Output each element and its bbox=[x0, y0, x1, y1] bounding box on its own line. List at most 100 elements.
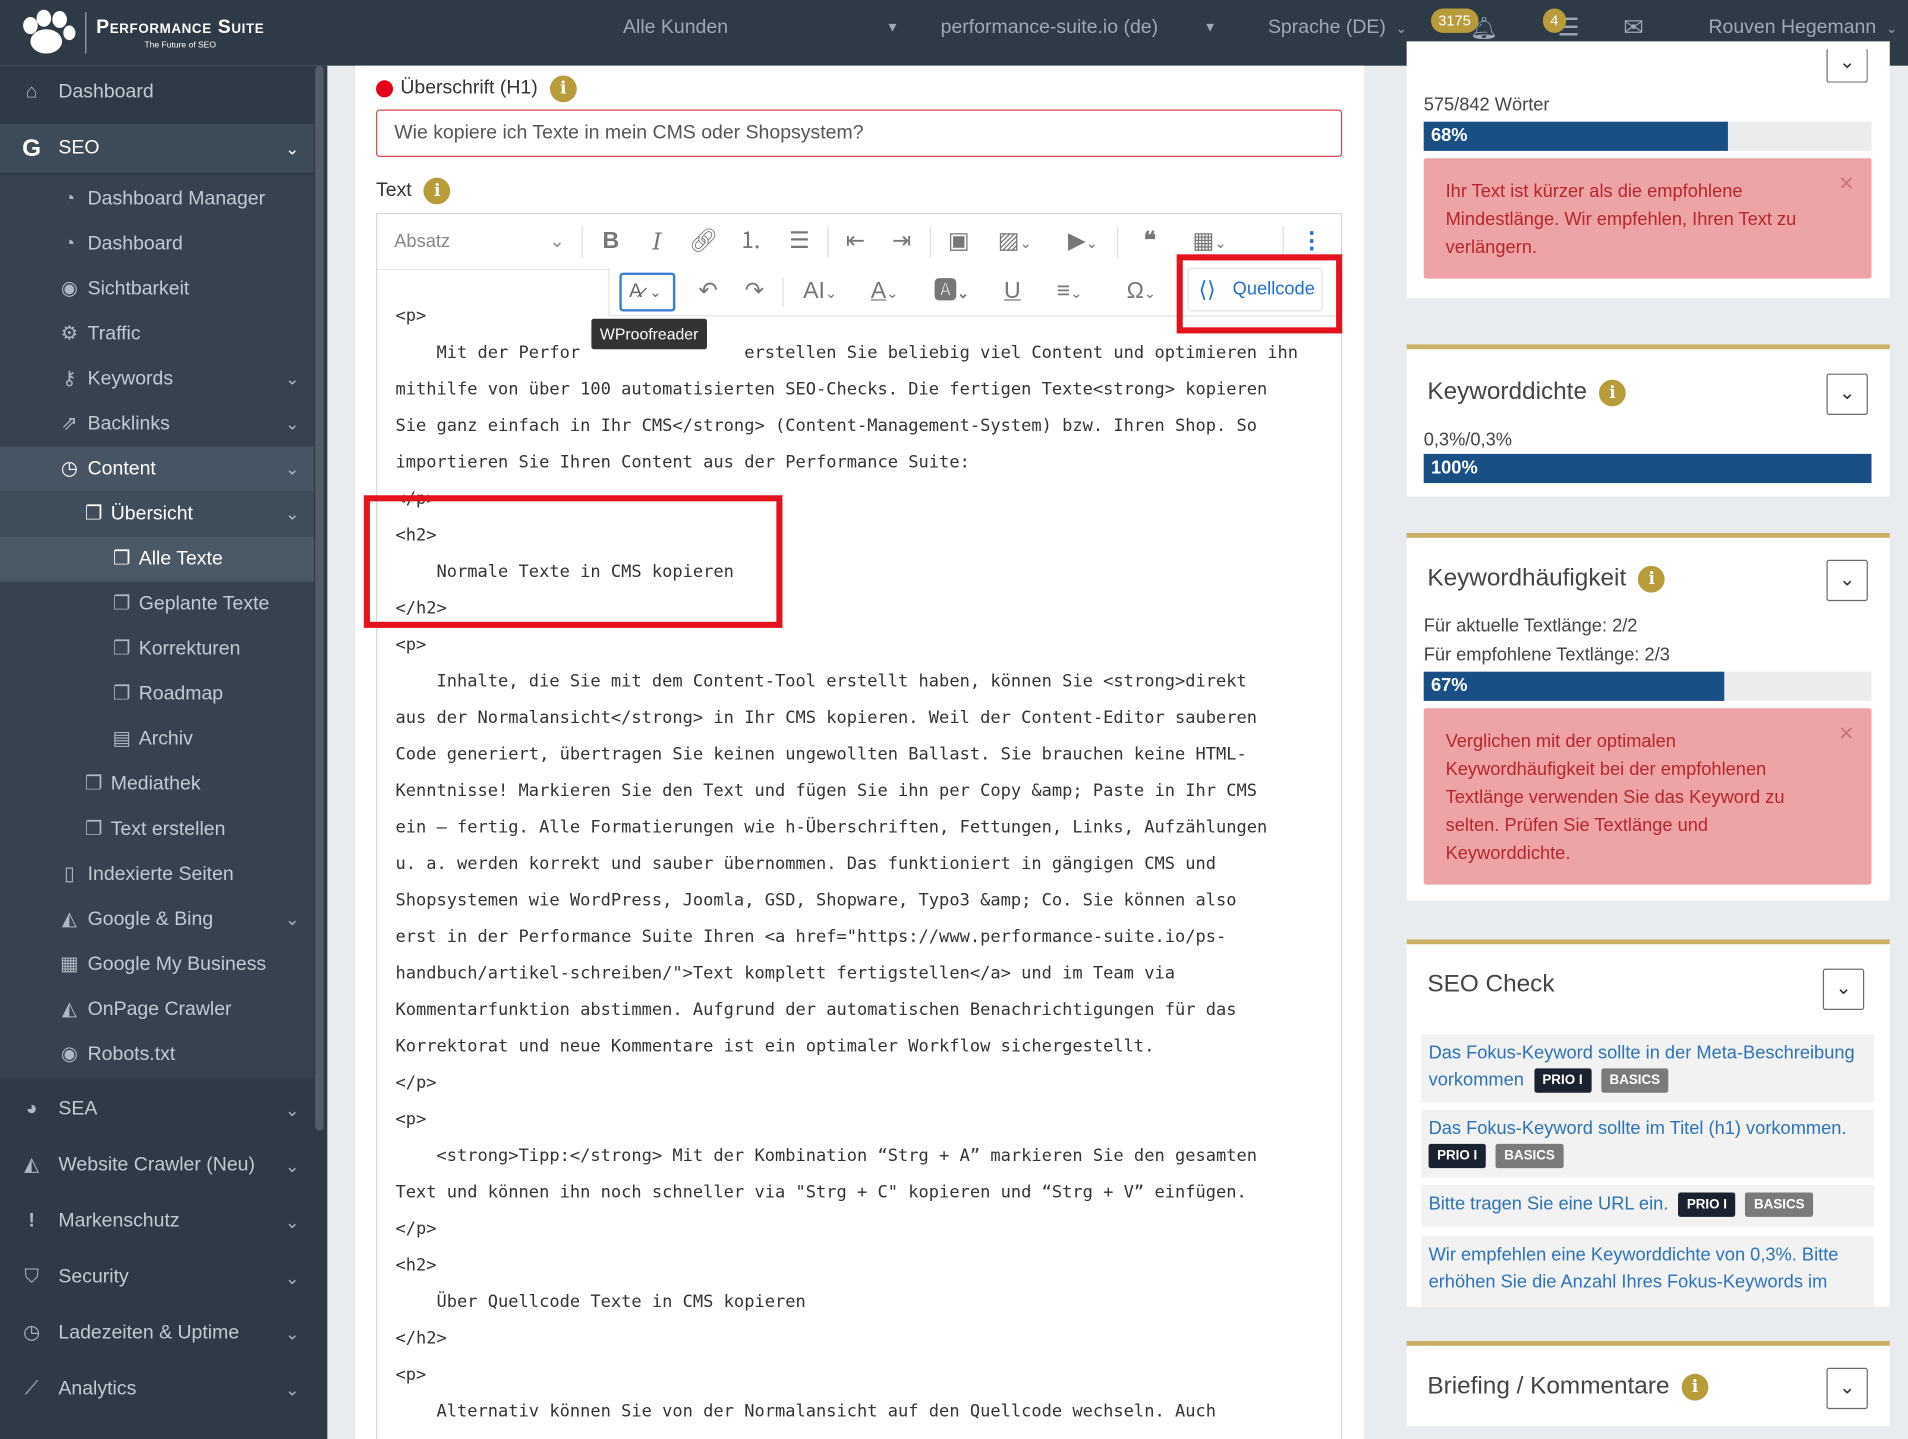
sidebar-item-content[interactable]: ◷ Content ⌄ bbox=[0, 446, 314, 492]
seo-check-item[interactable]: Bitte tragen Sie eine URL ein. PRIO I BA… bbox=[1421, 1185, 1874, 1227]
sidebar-item-google-bing[interactable]: ◭ Google & Bing ⌄ bbox=[0, 897, 314, 942]
ordered-list-icon[interactable]: ⒈ bbox=[735, 214, 767, 270]
sidebar-item-uebersicht[interactable]: ❐ Übersicht ⌄ bbox=[0, 491, 314, 537]
sidebar-item-google-my-business[interactable]: ▦ Google My Business bbox=[0, 942, 314, 987]
copy-icon: ❐ bbox=[84, 503, 103, 525]
sidebar-item-ladezeiten[interactable]: ◷ Ladezeiten & Uptime ⌄ bbox=[0, 1306, 314, 1362]
paw-logo-icon bbox=[19, 9, 77, 58]
toolbar-separator bbox=[827, 226, 829, 258]
sidebar: ⌂ Dashboard G SEO ⌄ ◔ Dashboard Manager … bbox=[0, 65, 328, 1439]
sidebar-item-alle-texte[interactable]: ❐ Alle Texte bbox=[0, 536, 314, 582]
sidebar-item-label: Text erstellen bbox=[110, 818, 226, 840]
sidebar-item-label: SEO bbox=[58, 137, 100, 159]
sidebar-scrollbar[interactable] bbox=[315, 65, 324, 1131]
domain-select-label: performance-suite.io (de) bbox=[940, 17, 1159, 38]
outdent-icon[interactable]: ⇤ bbox=[840, 214, 872, 270]
domain-select[interactable]: performance-suite.io (de) bbox=[941, 0, 1159, 56]
sidebar-item-mediathek[interactable]: ❐ Mediathek bbox=[0, 762, 314, 807]
close-icon[interactable]: ✕ bbox=[1838, 720, 1854, 748]
sidebar-item-indexierte-seiten[interactable]: ▯ Indexierte Seiten bbox=[0, 852, 314, 897]
bold-icon[interactable]: B bbox=[596, 214, 625, 270]
store-icon: ▦ bbox=[60, 954, 79, 975]
sidebar-item-korrekturen[interactable]: ❐ Korrekturen bbox=[0, 627, 314, 672]
insert-media-icon[interactable]: ▣ bbox=[942, 214, 976, 270]
card-title: Briefing / Kommentare i bbox=[1427, 1373, 1709, 1401]
sidebar-item-geplante-texte[interactable]: ❐ Geplante Texte bbox=[0, 582, 314, 627]
blockquote-icon[interactable]: ❝ bbox=[1134, 214, 1166, 270]
sidebar-item-traffic[interactable]: ⚙ Traffic bbox=[0, 312, 314, 357]
sidebar-item-dashboard[interactable]: ⌂ Dashboard bbox=[0, 69, 314, 114]
bullet-list-icon[interactable]: ☰ bbox=[784, 214, 816, 270]
sidebar-item-seo[interactable]: G SEO ⌄ bbox=[0, 124, 314, 173]
link-icon[interactable]: 🔗︎ bbox=[689, 214, 718, 270]
toolbar-separator bbox=[581, 226, 583, 258]
sidebar-item-label: Google & Bing bbox=[87, 908, 214, 930]
keywordhaeufigkeit-alert: Verglichen mit der optimalen Keywordhäuf… bbox=[1423, 708, 1872, 885]
brand-text: Performance Suite The Future of SEO bbox=[96, 16, 264, 49]
sidebar-item-robots[interactable]: ◉ Robots.txt bbox=[0, 1032, 314, 1077]
sidebar-item-label: Keywords bbox=[87, 368, 174, 390]
sidebar-item-label: Dashboard Manager bbox=[87, 188, 266, 210]
sidebar-item-label: Google My Business bbox=[87, 954, 267, 975]
info-icon[interactable]: i bbox=[1681, 1373, 1709, 1400]
chevron-down-icon: ⌄ bbox=[285, 413, 300, 434]
sidebar-item-sea[interactable]: ◕ SEA ⌄ bbox=[0, 1082, 314, 1138]
format-select[interactable]: Absatz ⌄ bbox=[394, 214, 564, 270]
h1-label: Überschrift (H1) i bbox=[376, 75, 577, 103]
toolbar-separator bbox=[1117, 226, 1119, 258]
insert-image-icon[interactable]: ▨⌄ bbox=[991, 214, 1040, 270]
domain-chevron-icon[interactable]: ▼ bbox=[1203, 0, 1216, 56]
code-line: Code generiert, übertragen Sie keinen un… bbox=[395, 744, 1247, 765]
language-chevron-icon: ⌄ bbox=[1395, 21, 1407, 37]
info-icon[interactable]: i bbox=[1599, 379, 1626, 406]
seo-check-card: SEO Check ⌄ Das Fokus-Keyword sollte in … bbox=[1406, 939, 1890, 1307]
code-line: </p> bbox=[395, 1219, 437, 1239]
sidebar-item-sichtbarkeit[interactable]: ◉ Sichtbarkeit bbox=[0, 266, 314, 311]
h1-input[interactable]: Wie kopiere ich Texte in mein CMS oder S… bbox=[376, 109, 1343, 157]
prio-badge: PRIO I bbox=[1533, 1068, 1592, 1093]
sidebar-item-keywords[interactable]: ⚷ Keywords ⌄ bbox=[0, 357, 314, 402]
area-chart-icon: ◭ bbox=[61, 999, 77, 1020]
status-dot-icon bbox=[376, 80, 394, 98]
info-icon[interactable]: i bbox=[1638, 565, 1666, 592]
insert-video-icon[interactable]: ▶⌄ bbox=[1059, 214, 1108, 270]
editor-panel: Überschrift (H1) i Wie kopiere ich Texte… bbox=[355, 65, 1365, 1439]
sidebar-item-text-erstellen[interactable]: ❐ Text erstellen bbox=[0, 807, 314, 852]
sidebar-item-dashboard-manager[interactable]: ◔ Dashboard Manager bbox=[0, 176, 314, 221]
source-code-button[interactable]: ⟨⟩ Quellcode bbox=[1187, 267, 1323, 312]
customer-select[interactable]: Alle Kunden bbox=[623, 0, 728, 56]
customer-chevron-icon[interactable]: ▼ bbox=[886, 0, 899, 56]
sidebar-item-backlinks[interactable]: ⇗ Backlinks ⌄ bbox=[0, 402, 314, 447]
collapse-button[interactable]: ⌄ bbox=[1826, 1367, 1868, 1410]
seo-check-item[interactable]: Das Fokus-Keyword sollte im Titel (h1) v… bbox=[1421, 1109, 1874, 1178]
code-line: Kenntnisse! Markieren Sie den Text und f… bbox=[395, 781, 1258, 801]
seo-check-item[interactable]: Wir empfehlen eine Keyworddichte von 0,3… bbox=[1421, 1236, 1874, 1307]
indent-icon[interactable]: ⇥ bbox=[886, 214, 918, 270]
source-code-view[interactable]: <p> Mit der Perfor erstellen Sie beliebi… bbox=[395, 298, 1332, 1430]
sidebar-item-markenschutz[interactable]: ! Markenschutz ⌄ bbox=[0, 1194, 314, 1250]
sidebar-item-seo-dashboard[interactable]: ◔ Dashboard bbox=[0, 221, 314, 266]
collapse-button[interactable]: ⌄ bbox=[1826, 559, 1868, 602]
sidebar-item-security[interactable]: ⛉ Security ⌄ bbox=[0, 1250, 314, 1306]
collapse-button[interactable]: ⌄ bbox=[1822, 968, 1865, 1010]
sidebar-item-onpage-crawler[interactable]: ◭ OnPage Crawler bbox=[0, 987, 314, 1032]
code-line: Shopsystemen wie WordPress, Joomla, GSD,… bbox=[395, 890, 1237, 911]
sidebar-item-analytics[interactable]: ⟋ Analytics ⌄ bbox=[0, 1362, 314, 1418]
sidebar-item-label: Robots.txt bbox=[87, 1044, 176, 1065]
copy-icon: ❐ bbox=[112, 548, 131, 570]
sidebar-item-roadmap[interactable]: ❐ Roadmap bbox=[0, 672, 314, 717]
italic-icon[interactable]: I bbox=[642, 214, 671, 270]
seo-check-item[interactable]: Das Fokus-Keyword sollte in der Meta-Bes… bbox=[1421, 1034, 1874, 1103]
sidebar-item-website-crawler[interactable]: ◭ Website Crawler (Neu) ⌄ bbox=[0, 1138, 314, 1194]
info-icon[interactable]: i bbox=[549, 75, 577, 103]
sidebar-item-archiv[interactable]: ▤ Archiv bbox=[0, 717, 314, 762]
keyworddichte-progress: 100% bbox=[1423, 453, 1872, 484]
info-icon[interactable]: i bbox=[423, 177, 451, 205]
close-icon[interactable]: ✕ bbox=[1838, 170, 1854, 198]
language-select[interactable]: Sprache (DE) ⌄ bbox=[1268, 0, 1407, 56]
collapse-button[interactable]: ⌄ bbox=[1826, 48, 1868, 83]
chevron-down-icon: ⌄ bbox=[1839, 383, 1856, 404]
brand-logo[interactable]: Performance Suite The Future of SEO bbox=[19, 7, 323, 58]
category-badge: BASICS bbox=[1601, 1068, 1669, 1093]
collapse-button[interactable]: ⌄ bbox=[1826, 373, 1868, 415]
